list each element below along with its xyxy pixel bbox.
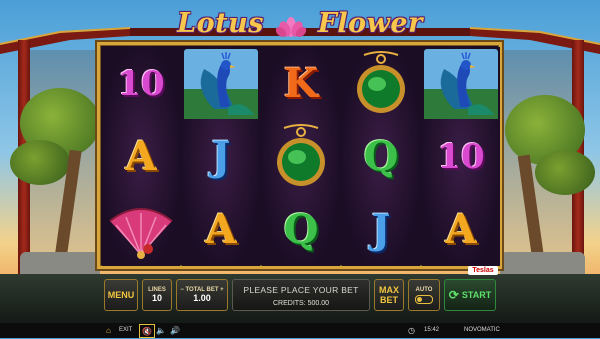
sound-low-button[interactable]: 🔈 — [156, 323, 169, 338]
right-stone-base — [500, 252, 585, 274]
right-tree-foliage-2 — [535, 150, 595, 195]
lotus-flower-icon — [275, 16, 306, 37]
reel-1: 10 A — [102, 47, 180, 266]
auto-play-toggle[interactable]: AUTO — [408, 279, 440, 311]
reel-area: 10 A J A K Q Q J 10 A — [97, 42, 502, 269]
game-title-logo: Lotus Flower — [160, 2, 440, 46]
symbol-text: 10 — [117, 64, 165, 104]
menu-label: MENU — [107, 290, 135, 300]
symbol-text: K — [283, 60, 319, 107]
message-box: PLEASE PLACE YOUR BET CREDITS: 500.00 — [232, 279, 370, 311]
speaker-mute-icon: 🔇 — [142, 326, 152, 336]
letter-symbol-k: K — [263, 48, 339, 120]
left-stone-base — [20, 252, 100, 274]
symbol-text: A — [205, 206, 237, 253]
letter-symbol-j: J — [343, 194, 419, 266]
max-bet-line2: BET — [380, 295, 398, 305]
brand-label: NOVOMATIC — [464, 323, 500, 338]
letter-symbol-j: J — [183, 121, 259, 193]
title-word-left: Lotus — [177, 8, 264, 39]
exit-button[interactable]: EXIT — [119, 323, 132, 338]
left-tree-foliage-2 — [10, 140, 70, 185]
home-button[interactable]: ⌂ — [106, 323, 114, 338]
bet-increase-icon[interactable]: + — [219, 287, 224, 293]
symbol-text: Q — [283, 206, 319, 253]
control-panel: MENU LINES 10 − TOTAL BET + 1.00 PLEASE … — [96, 277, 506, 315]
reel-3: KQ — [262, 47, 340, 266]
sound-mute-button[interactable]: 🔇 — [139, 324, 155, 338]
speaker-high-icon: 🔊 — [170, 326, 180, 335]
menu-button[interactable]: MENU — [104, 279, 138, 311]
lines-value: 10 — [151, 293, 162, 303]
bet-prompt-message: PLEASE PLACE YOUR BET — [243, 285, 359, 295]
start-label: START — [461, 290, 492, 300]
max-bet-button[interactable]: MAX BET — [374, 279, 404, 311]
peacock-symbol — [423, 48, 499, 120]
reel-4: QJ — [342, 47, 420, 266]
brand-name: NOVOMATIC — [464, 327, 500, 333]
total-bet-selector[interactable]: − TOTAL BET + 1.00 — [176, 279, 228, 311]
letter-symbol-10: 10 — [423, 121, 499, 193]
total-bet-value: 1.00 — [193, 293, 211, 303]
letter-symbol-q: Q — [343, 121, 419, 193]
symbol-text: 10 — [437, 137, 485, 177]
lines-selector[interactable]: LINES 10 — [142, 279, 172, 311]
bottom-bar: ⌂ EXIT 🔇 🔈 🔊 ◷ 15:42 NOVOMATIC — [0, 323, 600, 338]
sound-high-button[interactable]: 🔊 — [170, 323, 183, 338]
emerald-pendant-symbol — [263, 121, 339, 193]
start-button[interactable]: ⟳ START — [444, 279, 496, 311]
letter-symbol-a: A — [183, 194, 259, 266]
symbol-text: J — [211, 133, 231, 180]
fan-symbol — [103, 194, 179, 266]
credits-display: CREDITS: 500.00 — [272, 300, 330, 307]
title-word-right: Flower — [317, 8, 423, 39]
provider-badge: Teslas — [468, 266, 498, 275]
time-display: 15:42 — [424, 323, 439, 338]
letter-symbol-10: 10 — [103, 48, 179, 120]
max-bet-line1: MAX — [379, 285, 399, 295]
letter-symbol-a: A — [103, 121, 179, 193]
clock: ◷ — [408, 323, 418, 338]
toggle-switch-icon — [415, 294, 433, 304]
exit-label: EXIT — [119, 327, 133, 333]
symbol-text: A — [445, 206, 477, 253]
letter-symbol-q: Q — [263, 194, 339, 266]
home-icon: ⌂ — [106, 326, 111, 335]
speaker-low-icon: 🔈 — [156, 326, 166, 335]
spin-arrows-icon: ⟳ — [448, 288, 459, 302]
symbol-text: J — [371, 206, 391, 253]
letter-symbol-a: A — [423, 194, 499, 266]
time-value: 15:42 — [424, 327, 440, 333]
symbol-text: Q — [363, 133, 399, 180]
symbol-text: A — [125, 133, 157, 180]
toggle-knob — [417, 296, 422, 302]
reel-5: 10 A — [422, 47, 500, 266]
emerald-pendant-symbol — [343, 48, 419, 120]
peacock-symbol — [183, 48, 259, 120]
clock-icon: ◷ — [408, 326, 415, 335]
reel-2: JA — [182, 47, 260, 266]
auto-label: AUTO — [415, 286, 433, 293]
